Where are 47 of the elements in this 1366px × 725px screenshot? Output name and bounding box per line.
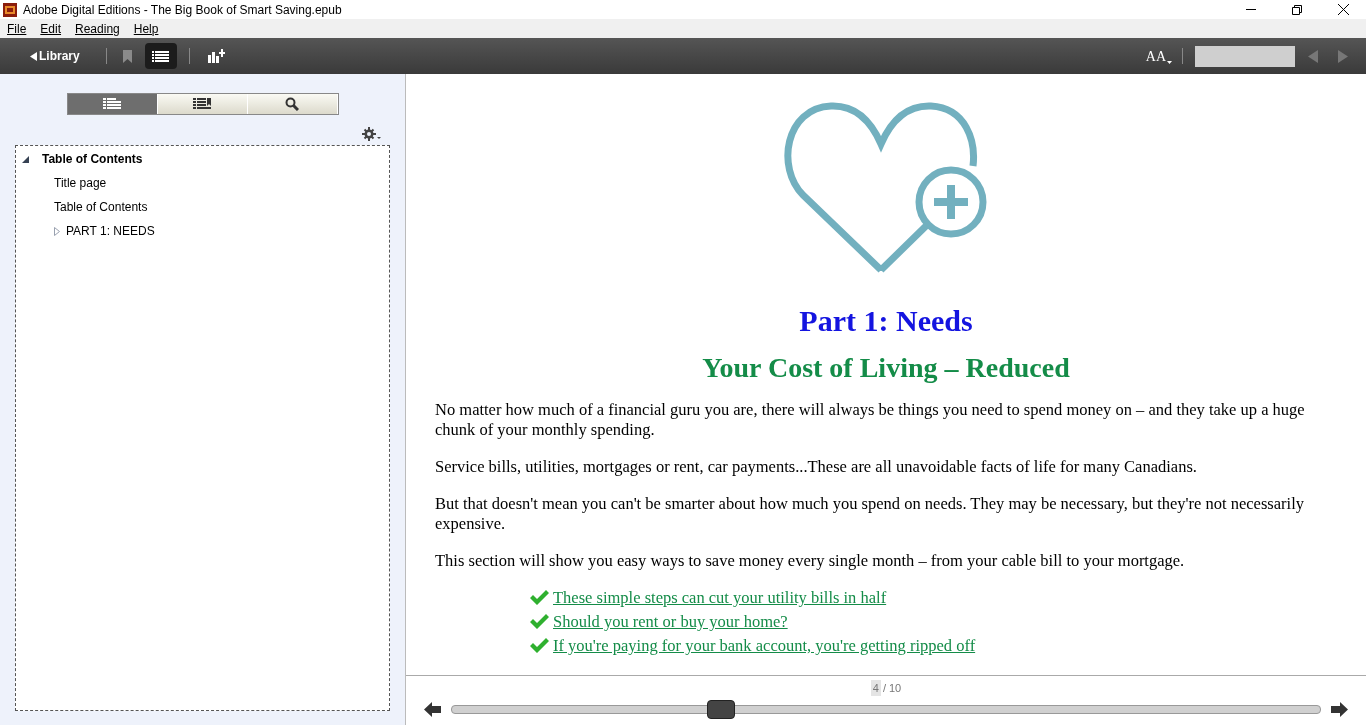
toc-item[interactable]: Table of Contents [42, 150, 143, 168]
left-triangle-icon [30, 51, 37, 61]
article-link[interactable]: Should you rent or buy your home? [553, 612, 788, 632]
gear-icon[interactable] [362, 127, 381, 141]
checkmark-icon [529, 590, 549, 606]
dropdown-caret-icon [1167, 60, 1172, 64]
body-paragraph: Service bills, utilities, mortgages or rent, car payments...These are all unavoidable facts of life for many Canadians. [435, 457, 1198, 477]
page-total: / 10 [882, 680, 902, 696]
search-tab[interactable] [247, 94, 338, 114]
contents-tab[interactable] [67, 94, 158, 114]
body-paragraph: But that doesn't mean you can't be smarter about how much you spend on needs. They may be necessary, but they're not necessarily expensive. [435, 494, 1305, 534]
window-title: Adobe Digital Editions - The Big Book of Smart Saving.epub [23, 1, 342, 19]
minimize-icon [1246, 9, 1256, 10]
menu-item[interactable]: File [0, 19, 34, 38]
page-number-field[interactable]: 4 [870, 679, 881, 697]
bookmark-icon[interactable] [122, 49, 132, 63]
menu-item[interactable]: Edit [33, 19, 69, 38]
page-slider[interactable] [451, 700, 1321, 719]
bookmarks-tab[interactable] [157, 94, 248, 114]
checkmark-icon [529, 614, 549, 630]
article-link[interactable]: These simple steps can cut your utility bills in half [553, 588, 887, 608]
body-paragraph: No matter how much of a financial guru you are, there will always be things you need to spend money on – and they take up a huge chunk of your monthly spending. [435, 400, 1306, 440]
font-size-button[interactable]: AA [1145, 45, 1172, 67]
close-icon [1337, 4, 1349, 15]
search-icon [285, 97, 299, 111]
list-icon [103, 98, 121, 110]
forward-arrow-icon[interactable] [1331, 702, 1348, 717]
back-arrow-icon[interactable] [424, 702, 441, 717]
search-field[interactable] [1195, 45, 1295, 67]
toc-item[interactable]: Title page [54, 174, 107, 192]
bookmark-list-icon [193, 98, 211, 110]
article-link[interactable]: If you're paying for your bank account, you're getting ripped off [553, 636, 976, 656]
toc-button[interactable] [144, 43, 177, 69]
app-icon [3, 2, 17, 17]
body-paragraph: This section will show you easy ways to save money every single month – from your cable bill to your mortgage. [435, 551, 1186, 571]
toc-item[interactable]: PART 1: NEEDS [66, 222, 155, 240]
chart-plus-icon[interactable] [207, 49, 225, 63]
section-heading: Your Cost of Living – Reduced [702, 354, 1070, 382]
slider-thumb[interactable] [706, 700, 735, 719]
restore-icon [1292, 4, 1302, 15]
menu-item[interactable]: Help [126, 19, 166, 38]
part-heading: Part 1: Needs [799, 306, 973, 336]
library-button[interactable]: Library [30, 47, 80, 65]
checkmark-icon [529, 638, 549, 654]
toc-item[interactable]: Table of Contents [54, 198, 148, 216]
list-icon [152, 50, 170, 62]
menu-item[interactable]: Reading [68, 19, 127, 38]
